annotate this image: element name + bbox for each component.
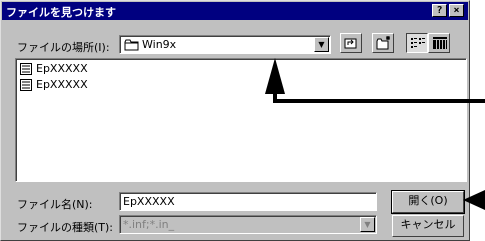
callout-line [273,94,485,103]
up-arrow-icon [265,58,285,94]
left-arrow-icon [463,190,485,210]
annotation-overlay [265,58,485,210]
